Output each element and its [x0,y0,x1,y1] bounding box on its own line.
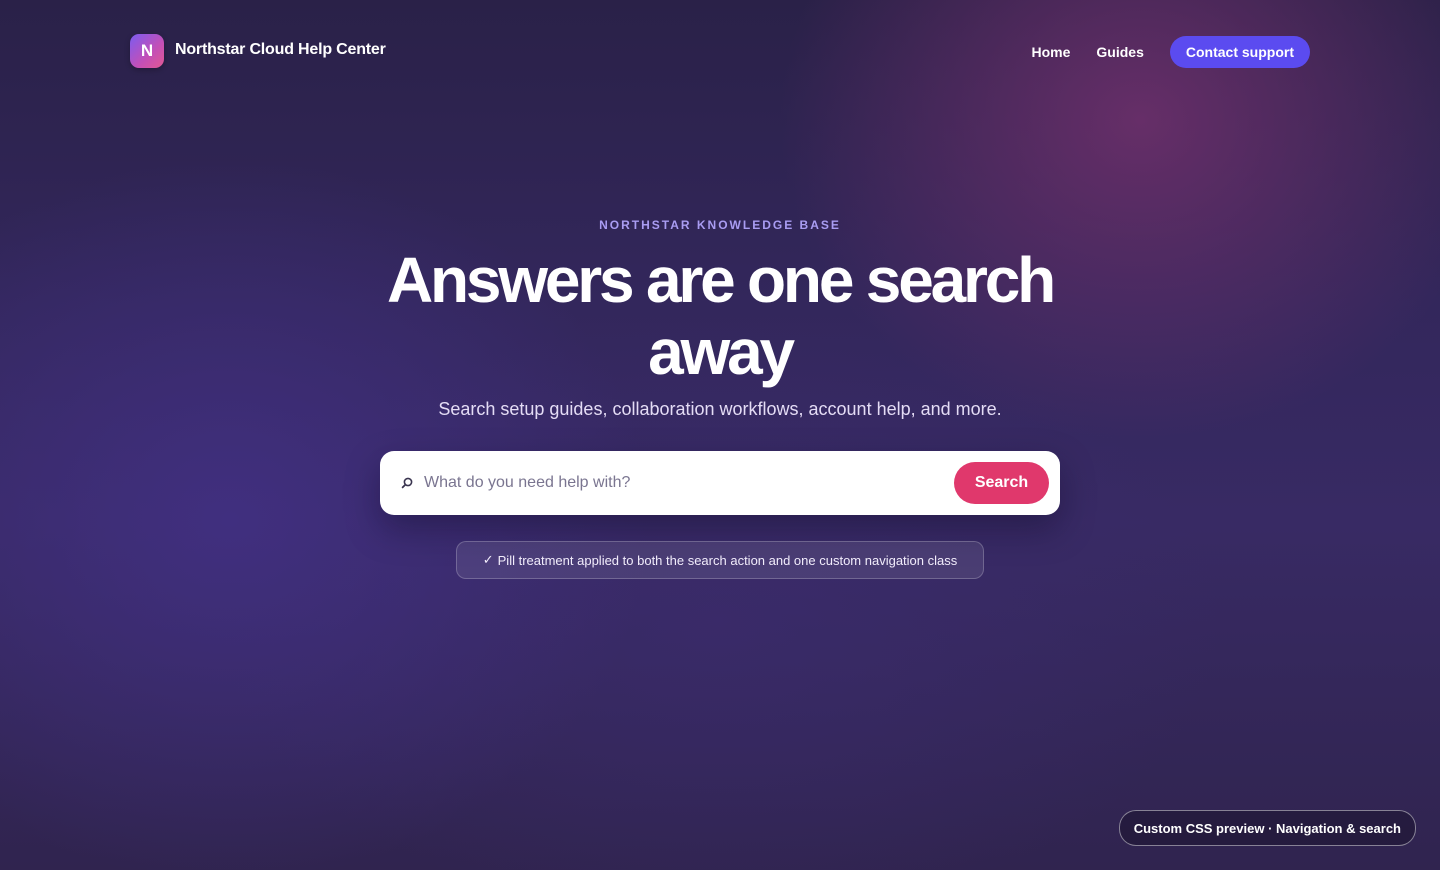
search-button[interactable]: Search [954,462,1049,504]
check-icon: ✓ [482,552,494,567]
main-nav: Home Guides Contact support [1032,36,1310,68]
brand-name[interactable]: Northstar Cloud Help Center [175,41,386,59]
site-header: N Northstar Cloud Help Center Home Guide… [0,0,1440,104]
contact-support-button[interactable]: Contact support [1169,36,1310,68]
logo-letter: N [140,41,154,60]
eyebrow-label: NORTHSTAR KNOWLEDGE BASE [599,218,841,232]
search-icon [401,477,413,489]
status-note: ✓ Pill treatment applied to both the sea… [456,541,984,579]
page-title: Answers are one search away [387,244,1056,388]
nav-link-home[interactable]: Home [1032,44,1071,60]
page-subtitle: Search setup guides, collaboration workf… [438,399,1002,419]
search-bar: Search [380,451,1060,515]
logo[interactable]: N [130,34,164,68]
search-input[interactable] [424,463,924,503]
nav-link-guides[interactable]: Guides [1096,44,1143,60]
status-note-text: Pill treatment applied to both the searc… [497,552,958,568]
preview-badge: Custom CSS preview · Navigation & search [1118,810,1416,846]
